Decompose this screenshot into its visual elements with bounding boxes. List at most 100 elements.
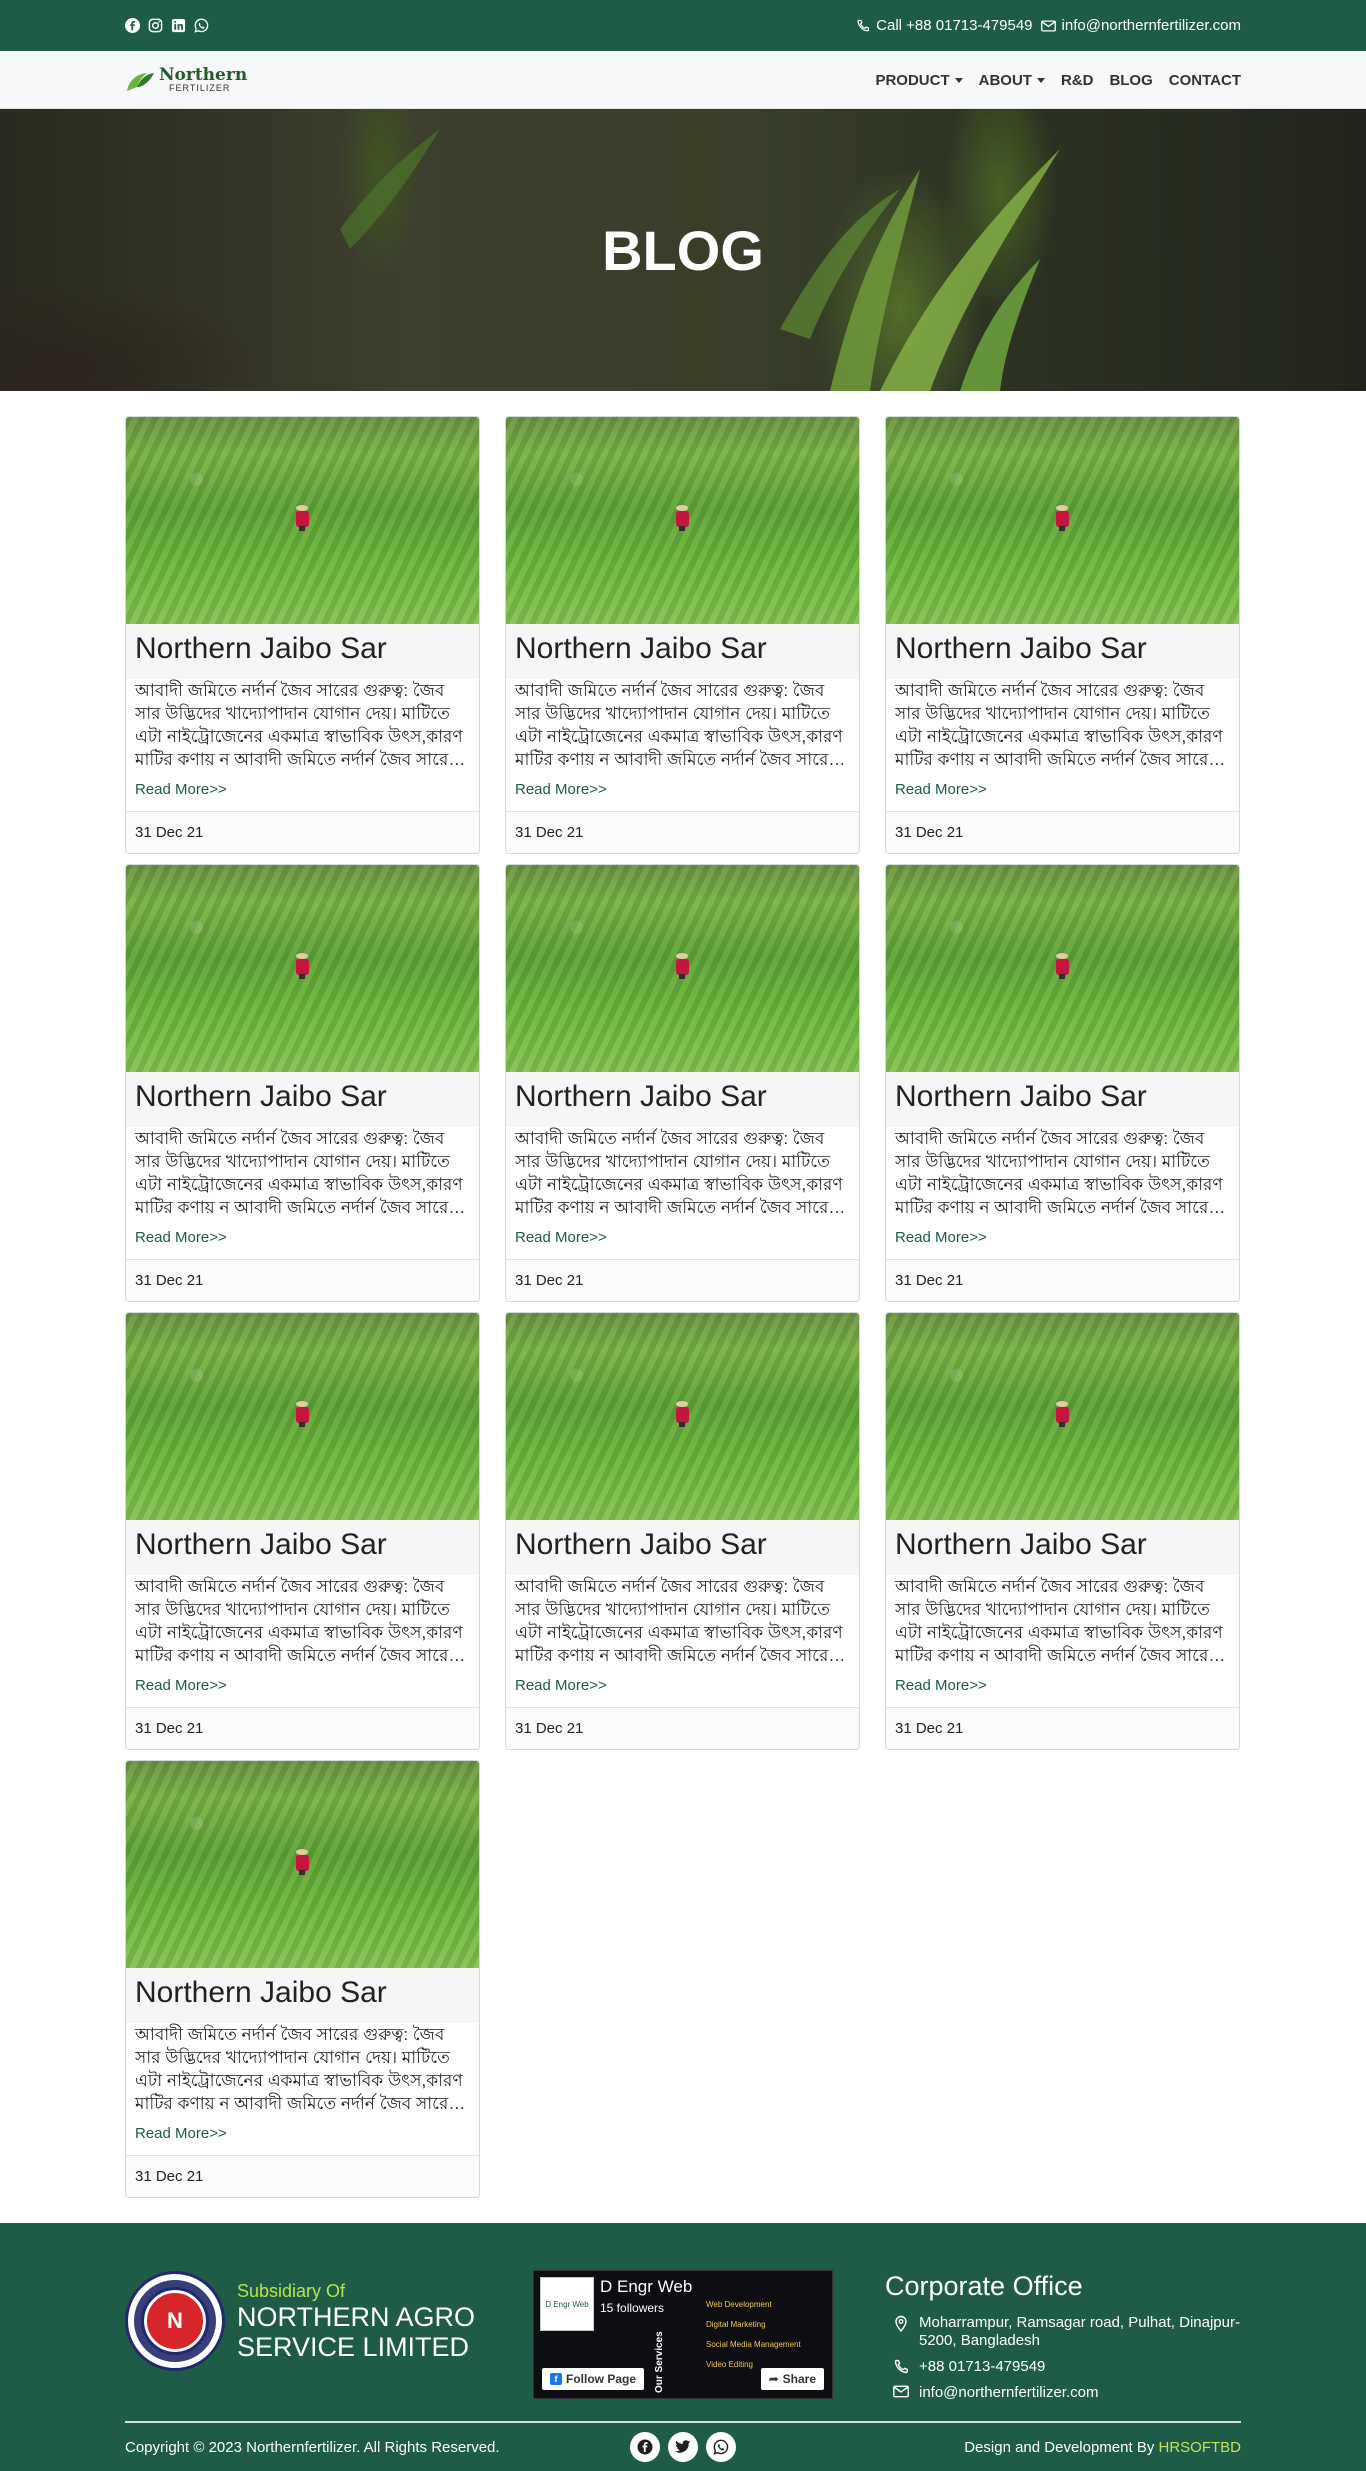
envelope-icon: [1040, 19, 1056, 32]
fb-services-list: Web Development Digital Marketing Social…: [706, 2295, 826, 2375]
site-logo[interactable]: Northern FERTILIZER: [125, 67, 247, 93]
blog-card-image[interactable]: [506, 865, 859, 1072]
blog-card-date: 31 Dec 21: [506, 1259, 859, 1301]
nav-item-label: R&D: [1060, 71, 1094, 89]
facebook-icon[interactable]: [125, 18, 140, 33]
read-more-link[interactable]: Read More>>: [886, 1677, 1239, 1697]
farmer-figure: [674, 505, 690, 531]
blog-card-date: 31 Dec 21: [506, 1707, 859, 1749]
footer-bottom-bar: Copyright © 2023 Northernfertilizer. All…: [125, 2421, 1241, 2471]
blog-card-image[interactable]: [886, 1313, 1239, 1520]
fb-follow-button[interactable]: f Follow Page: [542, 2368, 645, 2390]
read-more-link[interactable]: Read More>>: [126, 1677, 479, 1697]
blog-card-title[interactable]: Northern Jaibo Sar: [886, 1520, 1239, 1575]
top-email[interactable]: info@northernfertilizer.com: [1040, 17, 1241, 34]
copyright-text: Copyright © 2023 Northernfertilizer. All…: [125, 2438, 500, 2456]
blog-card-title[interactable]: Northern Jaibo Sar: [126, 1072, 479, 1127]
blog-card[interactable]: Northern Jaibo Sar আবাদী জমিতে নর্দার্ন …: [885, 1312, 1240, 1750]
nav-item-label: PRODUCT: [875, 71, 950, 89]
envelope-icon: [893, 2385, 909, 2398]
nav-item-rd[interactable]: R&D: [1061, 72, 1094, 89]
blog-card-title[interactable]: Northern Jaibo Sar: [506, 1520, 859, 1575]
developer-link[interactable]: HRSOFTBD: [1159, 2439, 1242, 2456]
linkedin-icon[interactable]: [171, 18, 186, 33]
blog-card-image[interactable]: [126, 417, 479, 624]
corporate-email[interactable]: info@northernfertilizer.com: [885, 2384, 1241, 2402]
fb-page-name[interactable]: D Engr Web: [600, 2277, 692, 2297]
blog-card-title[interactable]: Northern Jaibo Sar: [126, 1520, 479, 1575]
top-phone[interactable]: Call +88 01713-479549: [856, 17, 1033, 34]
blog-card[interactable]: Northern Jaibo Sar আবাদী জমিতে নর্দার্ন …: [505, 1312, 860, 1750]
blog-card[interactable]: Northern Jaibo Sar আবাদী জমিতে নর্দার্ন …: [505, 416, 860, 854]
blog-card[interactable]: Northern Jaibo Sar আবাদী জমিতে নর্দার্ন …: [505, 864, 860, 1302]
fb-page-avatar: D Engr Web: [540, 2277, 594, 2331]
blog-card-title[interactable]: Northern Jaibo Sar: [886, 1072, 1239, 1127]
location-pin-icon: [895, 2315, 907, 2333]
fb-service-item: Digital Marketing: [706, 2320, 766, 2329]
blog-card-title[interactable]: Northern Jaibo Sar: [506, 1072, 859, 1127]
blog-card[interactable]: Northern Jaibo Sar আবাদী জমিতে নর্দার্ন …: [885, 864, 1240, 1302]
phone-icon: [857, 19, 870, 31]
farmer-figure: [674, 953, 690, 979]
blog-card-excerpt: আবাদী জমিতে নর্দার্ন জৈব সারের গুরুত্ব: …: [515, 1577, 843, 1665]
nav-item-product[interactable]: PRODUCT: [875, 71, 963, 89]
fb-followers: 15 followers: [600, 2301, 665, 2315]
fb-share-button[interactable]: ➦ Share: [760, 2368, 824, 2390]
logo-wordmark: Northern: [159, 65, 248, 85]
read-more-link[interactable]: Read More>>: [126, 1229, 479, 1249]
blog-card-title[interactable]: Northern Jaibo Sar: [506, 624, 859, 679]
read-more-link[interactable]: Read More>>: [126, 781, 479, 801]
nav-item-label: ABOUT: [978, 71, 1032, 89]
instagram-icon[interactable]: [148, 18, 163, 33]
blog-card-image[interactable]: [886, 865, 1239, 1072]
nav-item-about[interactable]: ABOUT: [979, 72, 1045, 89]
read-more-link[interactable]: Read More>>: [126, 2125, 479, 2145]
facebook-page-widget[interactable]: D Engr Web D Engr Web 15 followers Our S…: [533, 2270, 833, 2399]
read-more-link[interactable]: Read More>>: [506, 1229, 859, 1249]
developer-credit: Design and Development By HRSOFTBD: [964, 2439, 1241, 2456]
blog-card-title[interactable]: Northern Jaibo Sar: [126, 1968, 479, 2023]
read-more-link[interactable]: Read More>>: [506, 1677, 859, 1697]
blog-card-image[interactable]: [886, 417, 1239, 624]
phone-icon: [894, 2359, 908, 2374]
caret-down-icon: [1036, 77, 1045, 83]
blog-card[interactable]: Northern Jaibo Sar আবাদী জমিতে নর্দার্ন …: [125, 864, 480, 1302]
whatsapp-icon[interactable]: [706, 2432, 736, 2462]
blog-card[interactable]: Northern Jaibo Sar আবাদী জমিতে নর্দার্ন …: [125, 416, 480, 854]
blog-card-date: 31 Dec 21: [886, 1707, 1239, 1749]
facebook-icon[interactable]: [630, 2432, 660, 2462]
blog-card-excerpt: আবাদী জমিতে নর্দার্ন জৈব সারের গুরুত্ব: …: [515, 681, 843, 769]
read-more-link[interactable]: Read More>>: [506, 781, 859, 801]
blog-card-title[interactable]: Northern Jaibo Sar: [126, 624, 479, 679]
hero-banner: BLOG: [0, 109, 1366, 391]
blog-card-image[interactable]: [126, 1761, 479, 1968]
blog-card-image[interactable]: [126, 1313, 479, 1520]
site-footer: N Subsidiary Of NORTHERN AGRO SERVICE LI…: [0, 2223, 1366, 2471]
farmer-figure: [1054, 1401, 1070, 1427]
nav-item-contact[interactable]: CONTACT: [1169, 72, 1241, 89]
blog-card-title[interactable]: Northern Jaibo Sar: [886, 624, 1239, 679]
blog-card[interactable]: Northern Jaibo Sar আবাদী জমিতে নর্দার্ন …: [885, 416, 1240, 854]
blog-card-date: 31 Dec 21: [126, 1259, 479, 1301]
blog-card-image[interactable]: [506, 1313, 859, 1520]
blog-card-image[interactable]: [506, 417, 859, 624]
corporate-phone-text: +88 01713-479549: [919, 2358, 1046, 2375]
corporate-phone[interactable]: +88 01713-479549: [885, 2358, 1241, 2376]
top-phone-label: Call +88 01713-479549: [876, 17, 1033, 34]
hero-title: BLOG: [602, 219, 764, 282]
company-name-line1: NORTHERN AGRO: [237, 2301, 476, 2332]
blog-card[interactable]: Northern Jaibo Sar আবাদী জমিতে নর্দার্ন …: [125, 1312, 480, 1750]
top-contact: Call +88 01713-479549 info@northernferti…: [856, 17, 1241, 34]
read-more-link[interactable]: Read More>>: [886, 781, 1239, 801]
blog-card-date: 31 Dec 21: [886, 811, 1239, 853]
blog-card-image[interactable]: [126, 865, 479, 1072]
nav-item-blog[interactable]: BLOG: [1109, 72, 1152, 89]
read-more-link[interactable]: Read More>>: [886, 1229, 1239, 1249]
whatsapp-icon[interactable]: [194, 18, 209, 33]
blog-card-date: 31 Dec 21: [126, 811, 479, 853]
twitter-icon[interactable]: [668, 2432, 698, 2462]
blog-card[interactable]: Northern Jaibo Sar আবাদী জমিতে নর্দার্ন …: [125, 1760, 480, 2198]
blog-card-excerpt: আবাদী জমিতে নর্দার্ন জৈব সারের গুরুত্ব: …: [895, 1577, 1223, 1665]
top-bar: Call +88 01713-479549 info@northernferti…: [0, 0, 1366, 51]
logo-subtitle: FERTILIZER: [169, 83, 231, 93]
